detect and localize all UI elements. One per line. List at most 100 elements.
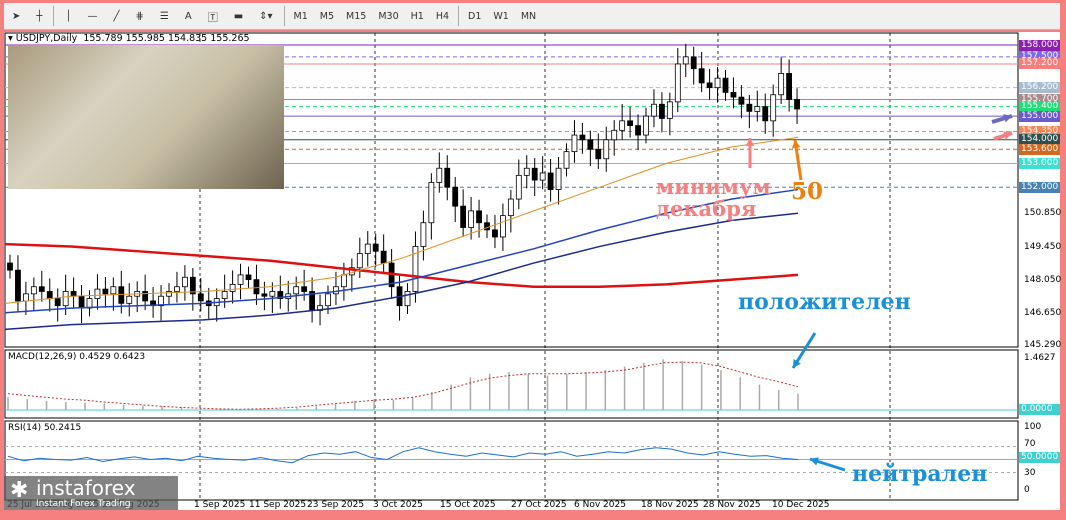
candle-body [619,120,626,131]
candle-body [261,293,268,297]
candle-body [38,286,45,292]
candle-body [245,274,252,281]
candle-body [221,291,228,299]
candle-body [539,172,546,181]
candle-body [468,210,475,228]
instaforex-logo: ✱ instaforex Instant Forex Trading [4,476,178,510]
annotation-ma50: 50 [791,178,824,205]
date-axis-label: 23 Sep 2025 [307,500,365,510]
candle-body [444,167,451,188]
price-level-label: 155.000 [1019,110,1060,122]
candle-body [682,56,689,65]
candle-body [253,279,260,295]
candle-body [770,94,777,122]
candle-body [666,101,673,119]
candle-body [706,82,713,89]
candle-body [301,286,308,292]
price-level-label: 153.600 [1019,143,1060,155]
candle-body [229,283,236,292]
rsi-tick-100: 100 [1024,422,1042,432]
candle-body [778,73,785,96]
price-level-label: 152.000 [1019,181,1060,193]
rsi-tick-70: 70 [1024,439,1036,449]
rsi-tick-0: 0 [1024,485,1030,495]
candle-body [126,295,133,304]
candle-body [762,106,769,122]
candle-body [531,167,538,181]
candle-body [746,103,753,112]
candle-body [651,103,657,117]
candle-body [7,262,13,271]
candle-body [420,222,427,247]
date-axis-label: 28 Nov 2025 [703,500,761,510]
candle-body [15,269,21,302]
candle-body [293,286,300,295]
rsi-line [7,447,799,464]
candle-body [579,134,586,141]
price-axis-tick: 150.850 [1024,208,1062,219]
candle-body [174,286,180,292]
price-axis-tick: 145.290 [1024,340,1062,351]
candle-body [523,167,530,176]
date-axis-label: 10 Dec 2025 [772,500,830,510]
candle-body [571,134,578,153]
candle-body [635,125,641,136]
price-axis-tick: 146.650 [1024,307,1062,318]
candle-body [70,291,77,297]
candle-body [340,274,347,288]
yen-banknote-image [8,45,284,189]
candle-body [380,250,387,264]
logo-mark-icon: ✱ [10,478,29,503]
candle-body [555,167,562,190]
candle-body [690,56,697,70]
candle-body [237,274,244,285]
candle-body [436,167,443,183]
candle-body [30,286,37,295]
rsi-tick-30: 30 [1024,468,1036,478]
rsi-label: RSI(14) 50.2415 [8,423,82,433]
candle-body [372,243,379,252]
candle-body [714,77,721,89]
price-level-label: 157.200 [1019,58,1060,70]
candle-body [46,291,53,299]
candle-body [22,293,29,302]
moving-average-mabluedark [4,212,799,331]
date-axis-label: 27 Oct 2025 [511,500,567,510]
candle-body [754,106,761,112]
candle-body [492,229,498,238]
date-axis-label: 6 Nov 2025 [574,500,626,510]
candle-body [110,286,117,295]
candle-body [269,291,276,297]
candle-body [78,295,85,309]
annotation-december-minimum: минимум декабря [656,174,771,221]
candle-body [515,174,522,200]
ohlc-values: 155.789 155.985 154.835 155.265 [83,33,250,44]
candle-body [643,115,649,136]
candle-body [181,276,188,288]
candle-body [54,298,61,307]
candle-body [476,210,482,224]
candle-body [333,286,339,295]
candle-body [563,151,570,169]
price-level-label: 158.000 [1019,39,1060,51]
candle-body [730,92,737,98]
candle-body [364,243,371,254]
logo-name: instaforex [36,476,136,500]
candle-body [674,63,681,103]
macd-signal-line [7,361,799,410]
candle-body [452,186,459,207]
candle-body [118,286,125,304]
candle-body [595,148,602,160]
price-axis-tick: 148.050 [1024,274,1062,285]
candle-body [142,291,149,302]
price-level-label: 153.000 [1019,158,1060,169]
annotation-macd-positive: положителен [738,289,911,315]
moving-average-ma200 [4,242,799,288]
candle-body [786,73,792,100]
candle-body [722,77,729,93]
candle-body [627,120,633,126]
candle-body [698,68,705,84]
logo-tagline: Instant Forex Trading [36,499,131,509]
macd-tick-max: 1.4627 [1024,353,1056,363]
date-axis-label: 1 Sep 2025 [194,500,246,510]
